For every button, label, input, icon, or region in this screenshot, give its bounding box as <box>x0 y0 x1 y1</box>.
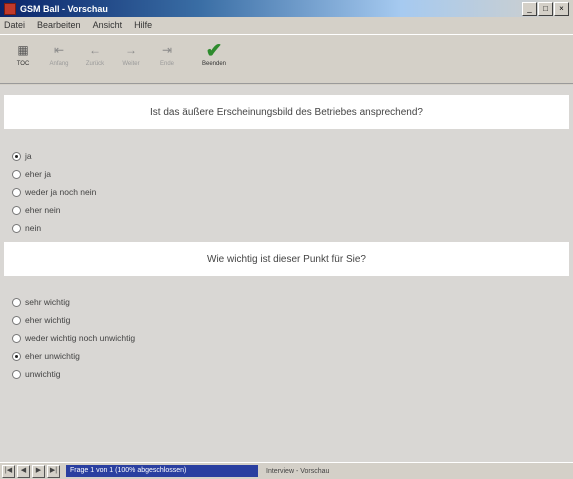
q1-option-eher-nein[interactable]: eher nein <box>12 201 96 219</box>
radio-icon[interactable] <box>12 315 21 325</box>
status-bar: |◀ ◀ ▶ ▶| Frage 1 von 1 (100% abgeschlos… <box>0 462 573 479</box>
radio-icon[interactable] <box>12 223 21 233</box>
question-2-options: sehr wichtig eher wichtig weder wichtig … <box>12 293 135 383</box>
q1-option-eher-ja[interactable]: eher ja <box>12 165 96 183</box>
menu-bar: Datei Bearbeiten Ansicht Hilfe <box>0 17 573 33</box>
q1-option-label: ja <box>25 151 32 161</box>
app-icon <box>4 2 16 15</box>
last-icon: ⇥ <box>161 43 173 57</box>
radio-selected-icon[interactable] <box>12 351 21 361</box>
finish-button[interactable]: ✔ Beenden <box>194 39 234 68</box>
radio-icon[interactable] <box>12 333 21 343</box>
mode-status: Interview - Vorschau <box>266 467 330 475</box>
maximize-button[interactable]: □ <box>538 2 553 16</box>
q1-option-ja[interactable]: ja <box>12 147 96 165</box>
survey-content: Ist das äußere Erscheinungsbild des Betr… <box>0 85 573 462</box>
q2-option-label: eher unwichtig <box>25 351 80 361</box>
check-icon: ✔ <box>205 39 223 62</box>
question-2-text: Wie wichtig ist dieser Punkt für Sie? <box>207 253 366 265</box>
last-button[interactable]: ⇥ Ende <box>152 41 182 67</box>
progress-indicator: Frage 1 von 1 (100% abgeschlossen) <box>66 465 258 477</box>
close-button[interactable]: × <box>554 2 569 16</box>
back-icon: ← <box>89 43 101 57</box>
grid-icon: ▦ <box>17 43 29 57</box>
q1-option-label: eher nein <box>25 205 61 215</box>
first-label: Anfang <box>49 61 69 67</box>
q2-option-eher-unwichtig[interactable]: eher unwichtig <box>12 347 135 365</box>
radio-icon[interactable] <box>12 169 21 179</box>
nav-prev-button[interactable]: ◀ <box>17 464 30 478</box>
nav-first-button[interactable]: |◀ <box>2 464 15 478</box>
first-icon: ⇤ <box>53 43 65 57</box>
menu-view[interactable]: Ansicht <box>93 20 123 30</box>
radio-icon[interactable] <box>12 297 21 307</box>
q1-option-nein[interactable]: nein <box>12 219 96 237</box>
q1-option-weder[interactable]: weder ja noch nein <box>12 183 96 201</box>
radio-icon[interactable] <box>12 369 21 379</box>
toc-label: TOC <box>16 61 30 67</box>
back-label: Zurück <box>85 61 105 67</box>
title-bar: GSM Ball - Vorschau _ □ × <box>0 0 573 17</box>
last-label: Ende <box>159 61 174 67</box>
q2-option-label: unwichtig <box>25 369 61 379</box>
q2-option-label: weder wichtig noch unwichtig <box>25 333 136 343</box>
q2-option-label: sehr wichtig <box>25 297 70 307</box>
menu-edit[interactable]: Bearbeiten <box>37 20 81 30</box>
q1-option-label: weder ja noch nein <box>25 187 97 197</box>
question-1-header: Ist das äußere Erscheinungsbild des Betr… <box>4 95 569 129</box>
question-1-text: Ist das äußere Erscheinungsbild des Betr… <box>150 106 423 118</box>
q2-option-eher-wichtig[interactable]: eher wichtig <box>12 311 135 329</box>
back-button[interactable]: ← Zurück <box>80 41 110 67</box>
q2-option-unwichtig[interactable]: unwichtig <box>12 365 135 383</box>
radio-icon[interactable] <box>12 205 21 215</box>
toc-button[interactable]: ▦ TOC <box>8 41 38 67</box>
minimize-button[interactable]: _ <box>522 2 537 16</box>
q2-option-sehr-wichtig[interactable]: sehr wichtig <box>12 293 135 311</box>
first-button[interactable]: ⇤ Anfang <box>44 41 74 67</box>
q1-option-label: eher ja <box>25 169 51 179</box>
radio-selected-icon[interactable] <box>12 151 21 161</box>
radio-icon[interactable] <box>12 187 21 197</box>
window-controls: _ □ × <box>522 2 569 16</box>
menu-help[interactable]: Hilfe <box>134 20 152 30</box>
question-1-options: ja eher ja weder ja noch nein eher nein … <box>12 147 96 237</box>
finish-label: Beenden <box>201 61 227 67</box>
nav-next-button[interactable]: ▶ <box>32 464 45 478</box>
application-window: GSM Ball - Vorschau _ □ × Datei Bearbeit… <box>0 0 573 479</box>
toolbar: ▦ TOC ⇤ Anfang ← Zurück → Weiter ⇥ Ende … <box>0 34 573 84</box>
forward-icon: → <box>125 43 137 57</box>
window-title: GSM Ball - Vorschau <box>20 3 108 14</box>
forward-label: Weiter <box>122 61 140 67</box>
forward-button[interactable]: → Weiter <box>116 41 146 67</box>
nav-last-button[interactable]: ▶| <box>47 464 60 478</box>
menu-file[interactable]: Datei <box>4 20 25 30</box>
q1-option-label: nein <box>25 223 42 233</box>
q2-option-label: eher wichtig <box>25 315 71 325</box>
question-2-header: Wie wichtig ist dieser Punkt für Sie? <box>4 242 569 276</box>
q2-option-weder[interactable]: weder wichtig noch unwichtig <box>12 329 135 347</box>
